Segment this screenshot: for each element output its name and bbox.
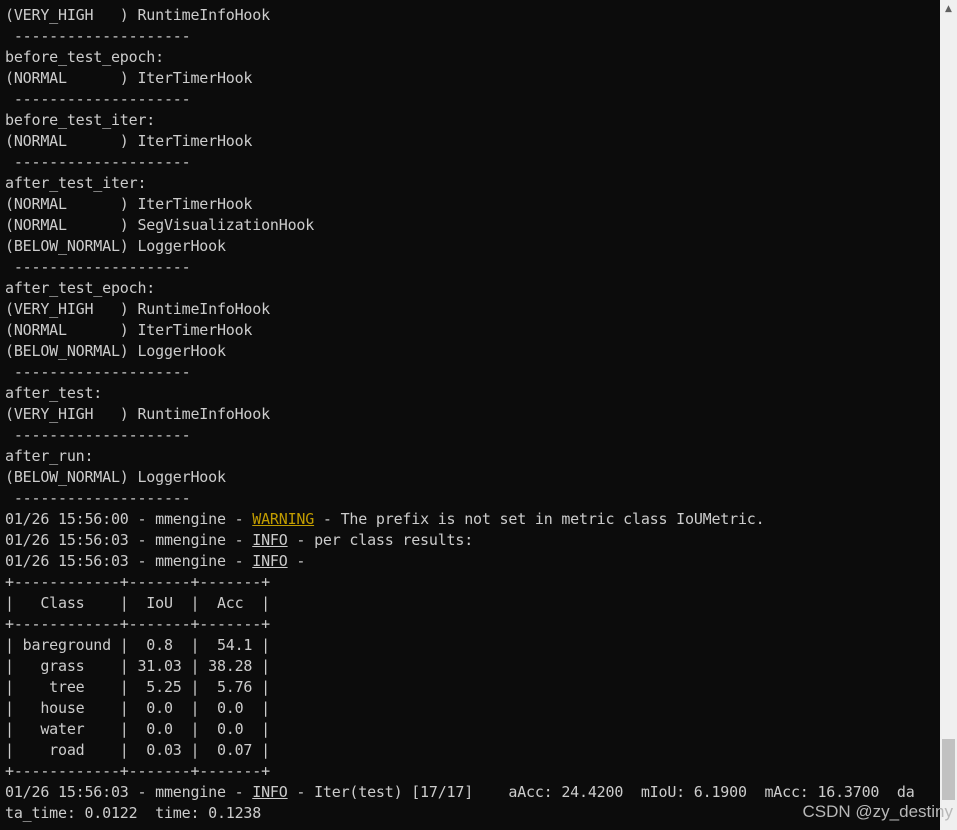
terminal-line: +------------+-------+-------+ xyxy=(5,614,915,635)
terminal-line: after_test_iter: xyxy=(5,173,915,194)
terminal-line: after_test: xyxy=(5,383,915,404)
vertical-scrollbar[interactable]: ▲ xyxy=(940,0,957,830)
terminal-line: -------------------- xyxy=(5,257,915,278)
terminal-line: after_run: xyxy=(5,446,915,467)
terminal-text: after_test_epoch: xyxy=(5,279,156,297)
terminal-line: (NORMAL ) IterTimerHook xyxy=(5,320,915,341)
terminal-line: 01/26 15:56:03 - mmengine - INFO - xyxy=(5,551,915,572)
terminal-text: +------------+-------+-------+ xyxy=(5,762,270,780)
terminal-text: -------------------- xyxy=(5,426,191,444)
terminal-text: 01/26 15:56:03 - mmengine - xyxy=(5,783,253,801)
watermark-text: CSDN @zy_destiny xyxy=(802,802,953,821)
terminal-text: before_test_iter: xyxy=(5,111,156,129)
terminal-line: ta_time: 0.0122 time: 0.1238 xyxy=(5,803,915,824)
terminal-line: 01/26 15:56:03 - mmengine - INFO - per c… xyxy=(5,530,915,551)
terminal-text: after_run: xyxy=(5,447,94,465)
terminal-text: (NORMAL ) IterTimerHook xyxy=(5,321,253,339)
terminal-text: | grass | 31.03 | 38.28 | xyxy=(5,657,270,675)
terminal-text: | road | 0.03 | 0.07 | xyxy=(5,741,270,759)
terminal-text: -------------------- xyxy=(5,153,191,171)
log-level-warning: WARNING xyxy=(252,510,315,528)
terminal-text: 01/26 15:56:00 - mmengine - xyxy=(5,510,253,528)
terminal-line: | grass | 31.03 | 38.28 | xyxy=(5,656,915,677)
terminal-line: after_test_epoch: xyxy=(5,278,915,299)
terminal-text: after_test_iter: xyxy=(5,174,147,192)
terminal-line: (NORMAL ) IterTimerHook xyxy=(5,68,915,89)
terminal-line: (VERY_HIGH ) RuntimeInfoHook xyxy=(5,299,915,320)
terminal-line: -------------------- xyxy=(5,152,915,173)
log-level-info: INFO xyxy=(252,552,288,570)
terminal-text: - The prefix is not set in metric class … xyxy=(314,510,765,528)
terminal-line: (NORMAL ) IterTimerHook xyxy=(5,131,915,152)
terminal-text: -------------------- xyxy=(5,258,191,276)
terminal-line: (VERY_HIGH ) RuntimeInfoHook xyxy=(5,5,915,26)
terminal-line: before_test_epoch: xyxy=(5,47,915,68)
terminal-text: (NORMAL ) IterTimerHook xyxy=(5,195,253,213)
terminal-text: ta_time: 0.0122 time: 0.1238 xyxy=(5,804,262,822)
terminal-line: | road | 0.03 | 0.07 | xyxy=(5,740,915,761)
terminal-line: | house | 0.0 | 0.0 | xyxy=(5,698,915,719)
terminal-text: - Iter(test) [17/17] aAcc: 24.4200 mIoU:… xyxy=(287,783,915,801)
scrollbar-thumb[interactable] xyxy=(942,738,955,800)
terminal-line: (NORMAL ) SegVisualizationHook xyxy=(5,215,915,236)
log-level-info: INFO xyxy=(252,783,288,801)
terminal-text: | bareground | 0.8 | 54.1 | xyxy=(5,636,270,654)
terminal-text: (NORMAL ) SegVisualizationHook xyxy=(5,216,315,234)
terminal-line: +------------+-------+-------+ xyxy=(5,761,915,782)
terminal-line: -------------------- xyxy=(5,488,915,509)
terminal-line: -------------------- xyxy=(5,89,915,110)
terminal-window[interactable]: (VERY_HIGH ) RuntimeInfoHook -----------… xyxy=(0,0,940,830)
terminal-text: (VERY_HIGH ) RuntimeInfoHook xyxy=(5,405,270,423)
log-level-info: INFO xyxy=(252,531,288,549)
terminal-line: | water | 0.0 | 0.0 | xyxy=(5,719,915,740)
terminal-line: (NORMAL ) IterTimerHook xyxy=(5,194,915,215)
terminal-line: before_test_iter: xyxy=(5,110,915,131)
terminal-output: (VERY_HIGH ) RuntimeInfoHook -----------… xyxy=(5,5,915,824)
terminal-text: after_test: xyxy=(5,384,103,402)
terminal-line: | bareground | 0.8 | 54.1 | xyxy=(5,635,915,656)
terminal-text: (NORMAL ) IterTimerHook xyxy=(5,69,253,87)
terminal-text: | Class | IoU | Acc | xyxy=(5,594,270,612)
terminal-text: (VERY_HIGH ) RuntimeInfoHook xyxy=(5,300,270,318)
terminal-line: -------------------- xyxy=(5,425,915,446)
terminal-text: (BELOW_NORMAL) LoggerHook xyxy=(5,468,226,486)
terminal-line: (BELOW_NORMAL) LoggerHook xyxy=(5,236,915,257)
terminal-line: 01/26 15:56:00 - mmengine - WARNING - Th… xyxy=(5,509,915,530)
terminal-line: -------------------- xyxy=(5,26,915,47)
chevron-up-icon[interactable]: ▲ xyxy=(940,0,957,17)
terminal-text: +------------+-------+-------+ xyxy=(5,615,270,633)
terminal-text: (VERY_HIGH ) RuntimeInfoHook xyxy=(5,6,270,24)
terminal-line: +------------+-------+-------+ xyxy=(5,572,915,593)
terminal-line: (BELOW_NORMAL) LoggerHook xyxy=(5,467,915,488)
terminal-text: | water | 0.0 | 0.0 | xyxy=(5,720,270,738)
terminal-text: -------------------- xyxy=(5,27,191,45)
terminal-text: (BELOW_NORMAL) LoggerHook xyxy=(5,237,226,255)
terminal-line: (BELOW_NORMAL) LoggerHook xyxy=(5,341,915,362)
terminal-line: 01/26 15:56:03 - mmengine - INFO - Iter(… xyxy=(5,782,915,803)
terminal-text: | tree | 5.25 | 5.76 | xyxy=(5,678,270,696)
terminal-text: +------------+-------+-------+ xyxy=(5,573,270,591)
terminal-text: | house | 0.0 | 0.0 | xyxy=(5,699,270,717)
terminal-text: -------------------- xyxy=(5,363,191,381)
terminal-text: -------------------- xyxy=(5,90,191,108)
terminal-text: - xyxy=(287,552,306,570)
terminal-text: (NORMAL ) IterTimerHook xyxy=(5,132,253,150)
terminal-text: -------------------- xyxy=(5,489,191,507)
terminal-text: - per class results: xyxy=(287,531,474,549)
terminal-text: 01/26 15:56:03 - mmengine - xyxy=(5,552,253,570)
terminal-line: | tree | 5.25 | 5.76 | xyxy=(5,677,915,698)
terminal-line: -------------------- xyxy=(5,362,915,383)
terminal-line: | Class | IoU | Acc | xyxy=(5,593,915,614)
terminal-text: 01/26 15:56:03 - mmengine - xyxy=(5,531,253,549)
terminal-text: (BELOW_NORMAL) LoggerHook xyxy=(5,342,226,360)
terminal-line: (VERY_HIGH ) RuntimeInfoHook xyxy=(5,404,915,425)
terminal-text: before_test_epoch: xyxy=(5,48,164,66)
